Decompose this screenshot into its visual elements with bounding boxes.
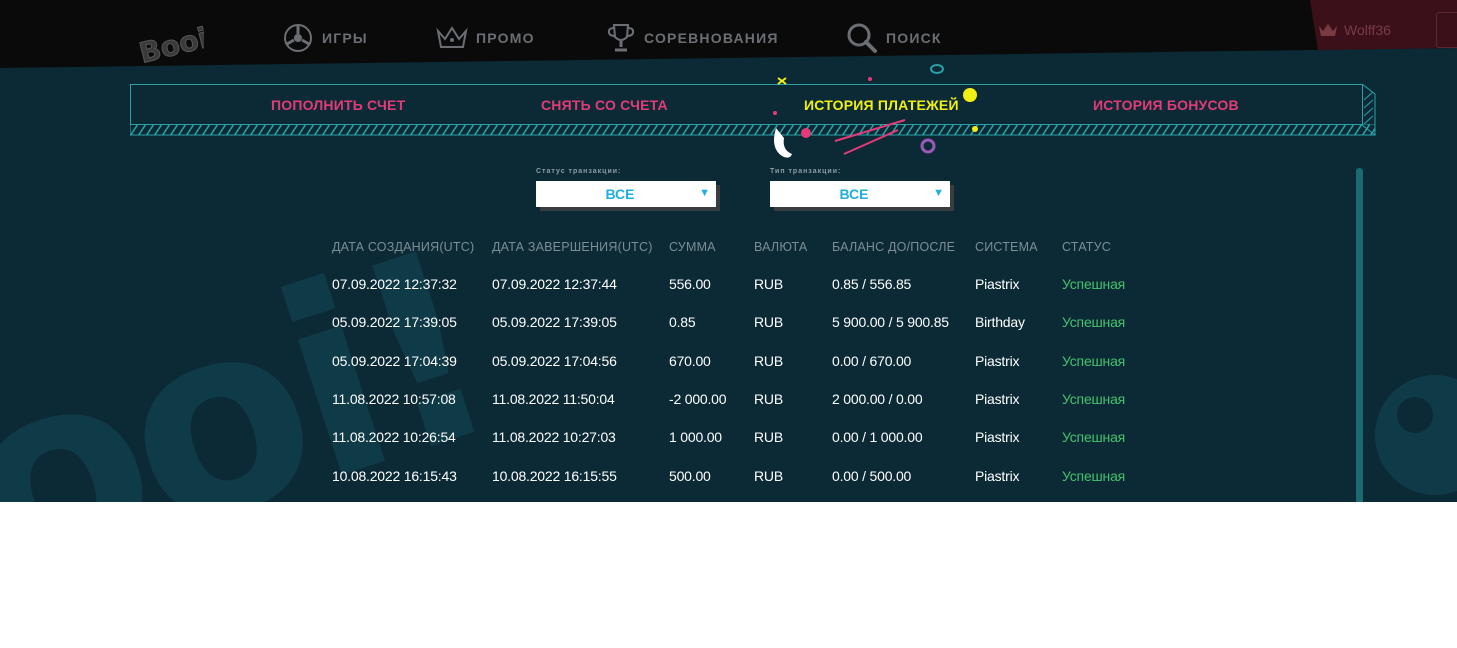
tab-deposit[interactable]: ПОПОЛНИТЬ СЧЕТ [271,97,405,113]
table-row: 05.09.2022 17:04:39 05.09.2022 17:04:56 67… [0,353,1457,391]
crown-badge-icon [1319,24,1337,36]
chevron-down-icon: ▼ [933,187,944,199]
system-cell: Piastrix [975,467,1020,484]
table-row: 05.09.2022 17:39:05 05.09.2022 17:39:05 0.… [0,314,1457,352]
table-row: 11.08.2022 10:26:54 11.08.2022 10:27:03 1 … [0,429,1457,467]
nav-games-label: ИГРЫ [322,30,368,46]
status-cell: Успешная [1062,467,1126,484]
slots-reel-icon [284,24,312,52]
nav-search-label: ПОИСК [886,30,942,46]
status-cell: Успешная [1062,390,1126,407]
status-filter-value: ВСЕ [605,186,635,202]
tabbar-side [1362,84,1376,136]
status-cell: Успешная [1062,429,1126,446]
amount-cell: 1 000.00 [669,429,722,446]
tab-bonus-history[interactable]: ИСТОРИЯ БОНУСОВ [1093,97,1239,113]
completed-cell: 10.08.2022 16:15:55 [492,467,617,484]
booi-logo[interactable]: Booi! [134,14,204,70]
balance-cell: 0.85 / 556.85 [832,276,912,292]
amount-cell: -2 000.00 [669,390,727,407]
svg-text:Booi!: Booi! [136,18,204,70]
balance-cell: 0.00 / 500.00 [832,467,912,484]
table-row: 11.08.2022 10:57:08 11.08.2022 11:50:04 -2… [0,391,1457,429]
nav-competitions[interactable]: СОРЕВНОВАНИЯ [606,20,779,56]
status-cell: Успешная [1062,276,1126,292]
table-row: 07.09.2022 12:37:32 07.09.2022 12:37:44 55… [0,276,1457,314]
currency-cell: RUB [754,390,783,407]
created-cell: 05.09.2022 17:04:39 [332,352,457,369]
currency-cell: RUB [754,276,783,292]
currency-cell: RUB [754,467,783,484]
balance-cell: 0.00 / 1 000.00 [832,429,923,446]
nav-promo-label: ПРОМО [476,30,535,46]
type-filter-value: ВСЕ [839,186,869,202]
wallet-button[interactable] [1436,12,1457,48]
balance-cell: 5 900.00 / 5 900.85 [832,314,949,331]
trophy-icon [607,24,635,52]
balance-cell: 0.00 / 670.00 [832,352,912,369]
username: Wolff36 [1344,22,1391,38]
system-cell: Birthday [975,314,1025,331]
system-cell: Piastrix [975,429,1020,446]
status-cell: Успешная [1062,352,1126,369]
status-filter-select[interactable]: ВСЕ ▼ [536,181,716,207]
header-status: СТАТУС [1062,240,1111,254]
completed-cell: 11.08.2022 11:50:04 [492,390,615,407]
completed-cell: 07.09.2022 12:37:44 [492,276,617,292]
tabbar-ledge [130,124,1375,136]
confetti-decoration [773,64,978,158]
header-system: СИСТЕМА [975,240,1038,254]
status-cell: Успешная [1062,314,1126,331]
header-amount: СУММА [669,240,716,254]
currency-cell: RUB [754,429,783,446]
status-filter-label: Статус транзакции: [536,168,622,175]
header-currency: ВАЛЮТА [754,240,808,254]
nav-promo[interactable]: ПРОМО [436,20,535,56]
type-filter-select[interactable]: ВСЕ ▼ [770,181,950,207]
table-row: 10.08.2022 16:15:43 10.08.2022 16:15:55 50… [0,468,1457,503]
system-cell: Piastrix [975,276,1020,292]
completed-cell: 11.08.2022 10:27:03 [492,429,616,446]
created-cell: 05.09.2022 17:39:05 [332,314,457,331]
header-balance: БАЛАНС ДО/ПОСЛЕ [832,240,956,254]
balance-cell: 2 000.00 / 0.00 [832,390,923,407]
tab-withdraw[interactable]: СНЯТЬ СО СЧЕТА [541,97,668,113]
page-background: ooi! Booi! ИГРЫ ПРОМО СОРЕВНОВАНИЯ ПОИСК… [0,0,1457,502]
search-icon [847,23,877,53]
nav-competitions-label: СОРЕВНОВАНИЯ [644,30,779,46]
amount-cell: 0.85 [669,314,696,331]
currency-cell: RUB [754,314,783,331]
system-cell: Piastrix [975,390,1020,407]
header-completed: ДАТА ЗАВЕРШЕНИЯ(UTC) [492,240,653,254]
currency-cell: RUB [754,352,783,369]
nav-games[interactable]: ИГРЫ [282,20,368,56]
chevron-down-icon: ▼ [699,187,710,199]
crown-icon [436,26,468,48]
top-navigation: Booi! ИГРЫ ПРОМО СОРЕВНОВАНИЯ ПОИСК Wolf… [0,0,1457,80]
header-created: ДАТА СОЗДАНИЯ(UTC) [332,240,475,254]
created-cell: 07.09.2022 12:37:32 [332,276,457,292]
created-cell: 11.08.2022 10:26:54 [332,429,456,446]
type-filter-label: Тип транзакции: [770,168,842,175]
nav-search[interactable]: ПОИСК [846,20,942,56]
created-cell: 10.08.2022 16:15:43 [332,467,457,484]
vertical-scrollbar[interactable] [1356,168,1363,502]
system-cell: Piastrix [975,352,1020,369]
amount-cell: 556.00 [669,276,711,292]
payments-tab-bar: ПОПОЛНИТЬ СЧЕТ СНЯТЬ СО СЧЕТА ИСТОРИЯ ПЛ… [130,84,1363,125]
amount-cell: 500.00 [669,467,711,484]
user-account[interactable]: Wolff36 [1318,12,1391,48]
completed-cell: 05.09.2022 17:39:05 [492,314,617,331]
created-cell: 11.08.2022 10:57:08 [332,390,456,407]
completed-cell: 05.09.2022 17:04:56 [492,352,617,369]
amount-cell: 670.00 [669,352,711,369]
